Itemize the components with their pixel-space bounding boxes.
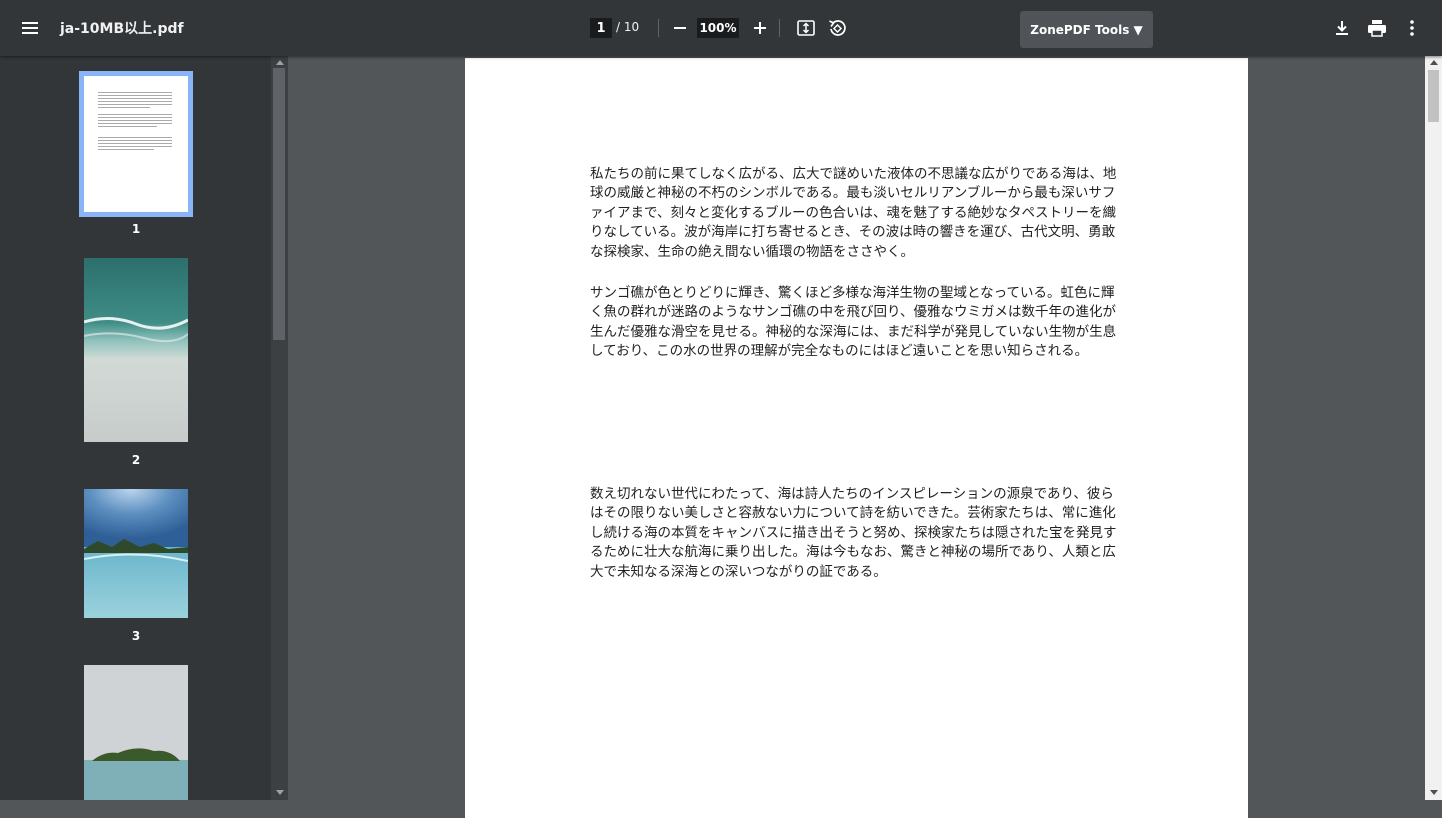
- pdf-page: 私たちの前に果てしなく広がる、広大で謎めいた液体の不思議な広がりである海は、地球…: [465, 58, 1248, 818]
- page-thumbnail-1[interactable]: [84, 76, 188, 212]
- rotate-button[interactable]: [825, 16, 849, 40]
- thumbnail-label: 2: [131, 453, 141, 467]
- zonepdf-tools-dropdown[interactable]: ZonePDF Tools ▼: [1020, 11, 1153, 48]
- scroll-up-arrow-icon[interactable]: [276, 60, 284, 65]
- minus-icon: [674, 27, 686, 29]
- thumbnail-label: 1: [131, 222, 141, 236]
- plus-icon: [754, 22, 766, 34]
- download-button[interactable]: [1330, 16, 1354, 40]
- tropical-sea-image: [83, 489, 189, 618]
- page-thumbnail-2[interactable]: [83, 258, 189, 442]
- thumbnail-text-preview: [98, 92, 172, 152]
- rotate-counterclockwise-icon: [829, 20, 846, 36]
- document-viewer: 私たちの前に果てしなく広がる、広大で謎めいた液体の不思議な広がりである海は、地球…: [288, 56, 1425, 818]
- page-paragraph: サンゴ礁が色とりどりに輝き、驚くほど多様な海洋生物の聖域となっている。虹色に輝く…: [590, 285, 1117, 360]
- thumbnail-label: 3: [131, 629, 141, 643]
- page-thumbnail-3[interactable]: [83, 489, 189, 618]
- fit-page-icon: [797, 20, 815, 36]
- document-scrollbar-thumb[interactable]: [1428, 70, 1439, 122]
- menu-button[interactable]: [14, 12, 46, 44]
- toolbar-divider: [779, 19, 780, 37]
- thumbnail-sidebar: 1 2 3: [0, 56, 288, 800]
- document-scrollbar[interactable]: [1425, 56, 1442, 800]
- scroll-down-arrow-icon[interactable]: [276, 790, 284, 795]
- page-number-input[interactable]: 1: [590, 18, 612, 38]
- scroll-down-arrow-icon[interactable]: [1430, 790, 1438, 795]
- document-title: ja-10MB以上.pdf: [60, 21, 184, 37]
- page-paragraph: 数え切れない世代にわたって、海は詩人たちのインスピレーションの源泉であり、彼らは…: [590, 486, 1117, 580]
- scroll-up-arrow-icon[interactable]: [1430, 60, 1438, 65]
- download-icon: [1336, 21, 1348, 35]
- beach-shoreline-image: [83, 258, 189, 442]
- thumbnail-scrollbar-thumb[interactable]: [273, 68, 285, 340]
- zoom-level-input[interactable]: 100%: [697, 18, 739, 38]
- printer-icon: [1368, 20, 1386, 37]
- more-vertical-icon: [1410, 20, 1414, 36]
- island-horizon-image: [84, 665, 188, 800]
- page-thumbnail-4[interactable]: [84, 665, 188, 800]
- pdf-toolbar: ja-10MB以上.pdf 1 / 10 100% ZonePDF Tools …: [0, 0, 1442, 56]
- zoom-out-button[interactable]: [668, 16, 692, 40]
- print-button[interactable]: [1365, 16, 1389, 40]
- hamburger-menu-icon: [22, 22, 38, 34]
- fit-to-page-button[interactable]: [794, 16, 818, 40]
- toolbar-divider: [658, 19, 659, 37]
- page-total-label: / 10: [616, 20, 640, 34]
- page-paragraph: 私たちの前に果てしなく広がる、広大で謎めいた液体の不思議な広がりである海は、地球…: [590, 166, 1117, 260]
- zoom-in-button[interactable]: [748, 16, 772, 40]
- more-actions-button[interactable]: [1400, 16, 1424, 40]
